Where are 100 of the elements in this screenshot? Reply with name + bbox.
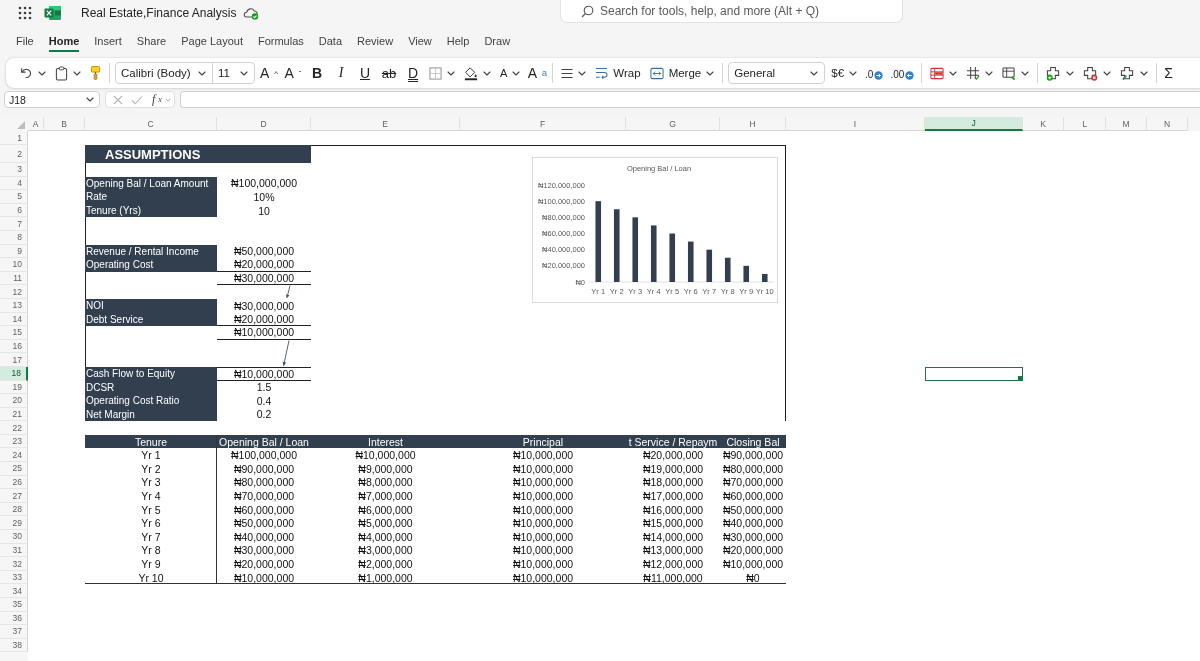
row-header[interactable]: 12 (0, 285, 28, 299)
column-header[interactable]: J (925, 117, 1023, 131)
column-header[interactable]: N (1147, 117, 1188, 131)
search-field[interactable]: Search for tools, help, and more (Alt + Q) (560, 0, 903, 23)
shrink-font-button[interactable]: A$^{ˇ}$ (283, 61, 303, 85)
merge-button[interactable]: Merge (646, 61, 718, 85)
menu-tab[interactable]: Home (48, 28, 80, 52)
row-header[interactable]: 38 (0, 638, 28, 653)
column-header[interactable]: M (1106, 117, 1147, 131)
menu-tab[interactable]: Data (318, 28, 343, 52)
menu-tab[interactable]: Help (446, 28, 470, 52)
table-cell-text: ₦30,000,000 (232, 543, 296, 558)
column-header[interactable]: I (786, 117, 925, 131)
row-header[interactable]: 11 (0, 271, 28, 286)
row-header[interactable]: 2 (0, 145, 28, 163)
row-header[interactable]: 33 (0, 570, 28, 585)
row-header[interactable]: 20 (0, 394, 28, 408)
column-header[interactable]: C (85, 117, 217, 131)
table-cell-text: Yr 1 (140, 448, 162, 463)
row-header[interactable]: 21 (0, 407, 28, 422)
table-cell-text: ₦19,000,000 (641, 462, 705, 476)
menu-tab[interactable]: View (408, 28, 432, 52)
menu-tab[interactable]: Draw (484, 28, 511, 52)
grow-font-button[interactable]: A$^{^}$ (259, 61, 279, 85)
row-header[interactable]: 4 (0, 176, 28, 191)
row-header[interactable]: 26 (0, 475, 28, 490)
row-header[interactable]: 10 (0, 258, 28, 272)
row-header[interactable]: 14 (0, 312, 28, 327)
menu-tab[interactable]: Insert (94, 28, 122, 52)
menu-tab[interactable]: File (16, 28, 34, 52)
italic-button[interactable]: I (331, 61, 351, 85)
row-header[interactable]: 1 (0, 131, 28, 145)
row-header[interactable]: 35 (0, 598, 28, 612)
row-header[interactable]: 30 (0, 530, 28, 544)
row-header[interactable]: 9 (0, 244, 28, 259)
currency-button[interactable]: $€ (828, 61, 861, 85)
row-header[interactable]: 17 (0, 353, 28, 367)
caret-icon (849, 70, 858, 76)
row-header[interactable]: 8 (0, 230, 28, 245)
row-header[interactable]: 36 (0, 611, 28, 626)
menu-tab[interactable]: Formulas (257, 28, 304, 52)
sum-button[interactable]: Σ (1162, 61, 1175, 85)
cross-plus-icon (1046, 65, 1062, 81)
column-header[interactable]: G (626, 117, 720, 131)
spreadsheet-logo-icon (44, 4, 62, 21)
table-cell-text: ₦10,000,000 (354, 448, 417, 463)
bold-button[interactable]: B (307, 61, 327, 85)
table-cell-text: ₦10,000,000 (232, 570, 296, 585)
row-header[interactable]: 16 (0, 339, 28, 354)
table-cell-text: ₦3,000,000 (357, 543, 414, 558)
column-header[interactable]: H (720, 117, 786, 131)
row-header[interactable]: 23 (0, 434, 28, 449)
font-color-button[interactable]: A (497, 61, 524, 85)
column-header[interactable]: D (217, 117, 311, 131)
text-effects-button[interactable]: A$^{a}$ (527, 61, 548, 85)
column-header[interactable]: L (1064, 117, 1106, 131)
app-launcher-icon[interactable] (18, 5, 32, 20)
table-rows-icon (930, 66, 945, 80)
increase-decimal-button[interactable]: .0 (863, 61, 886, 85)
font-size-dropdown[interactable]: 11 (212, 62, 255, 84)
row-header[interactable]: 13 (0, 298, 28, 313)
decrease-decimal-button[interactable]: .00 (888, 61, 917, 85)
menu-tab[interactable]: Page Layout (181, 28, 243, 52)
table-cell-text: ₦10,000,000 (511, 516, 575, 531)
column-header[interactable]: F (460, 117, 626, 131)
font-name-dropdown[interactable]: Calibri (Body) (115, 62, 213, 84)
clipboard-icon (55, 65, 68, 81)
number-format-dropdown[interactable]: General (728, 62, 826, 84)
wrap-button[interactable]: Wrap (592, 61, 644, 85)
menu-tab[interactable]: Share (136, 28, 167, 52)
row-header[interactable]: 27 (0, 489, 28, 503)
row-header[interactable]: 5 (0, 190, 28, 204)
double-underline-button[interactable]: D (403, 61, 423, 85)
row-header[interactable]: 22 (0, 421, 28, 435)
arrow-badge-icon (905, 71, 915, 80)
row-header[interactable]: 28 (0, 502, 28, 517)
row-header[interactable]: 15 (0, 326, 28, 340)
row-header[interactable]: 29 (0, 516, 28, 531)
strikethrough-button[interactable]: ab (379, 61, 399, 85)
underline-button[interactable]: U (355, 61, 375, 85)
column-header[interactable]: E (311, 117, 460, 131)
column-header[interactable]: K (1023, 117, 1064, 131)
row-header[interactable]: 24 (0, 448, 28, 463)
name-box[interactable]: J18 (4, 91, 100, 108)
row-header[interactable]: 34 (0, 584, 28, 598)
row-header[interactable]: 32 (0, 557, 28, 571)
row-header[interactable]: 31 (0, 543, 28, 558)
table-header: Interest (311, 434, 460, 449)
formula-input[interactable] (180, 91, 1200, 108)
row-header[interactable]: 25 (0, 462, 28, 476)
fill-handle[interactable] (1018, 375, 1023, 381)
row-header[interactable]: 7 (0, 217, 28, 231)
menu-tab[interactable]: Review (357, 28, 394, 52)
row-header[interactable]: 37 (0, 625, 28, 639)
row-header[interactable]: 6 (0, 203, 28, 218)
row-header[interactable]: 3 (0, 163, 28, 177)
row-header[interactable]: 19 (0, 380, 28, 395)
selected-cell[interactable] (925, 366, 1023, 381)
column-header[interactable]: A (28, 117, 44, 131)
column-header[interactable]: B (44, 117, 85, 131)
